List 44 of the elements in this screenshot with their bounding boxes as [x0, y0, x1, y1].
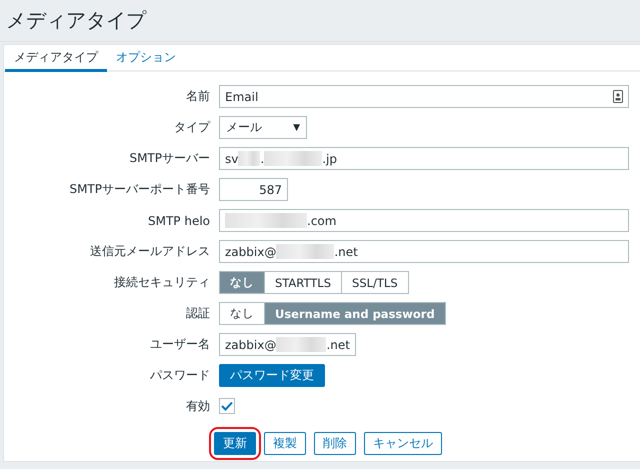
blurred-text [264, 151, 322, 166]
blurred-text [276, 337, 326, 352]
field-label: SMTPサーバー [128, 150, 210, 167]
field-label: パスワード [149, 367, 210, 384]
field-text: . [260, 152, 264, 166]
change-password-button[interactable]: パスワード変更 [219, 364, 325, 387]
field-text: zabbix@ [225, 338, 276, 352]
action-button[interactable]: 更新 [214, 432, 256, 455]
field-label: 名前 [185, 88, 210, 105]
field-label: SMTPサーバーポート番号 [68, 181, 210, 198]
field-label: ユーザー名 [149, 336, 210, 353]
input-field[interactable]: sv . .jp [219, 147, 629, 170]
field-text: .com [307, 214, 336, 228]
port-field[interactable]: 587 [219, 178, 288, 201]
field-text: Email [225, 90, 258, 104]
field-text: .jp [322, 152, 337, 166]
input-field[interactable]: zabbix@ .net [219, 333, 356, 356]
blurred-text [238, 151, 260, 166]
field-text: sv [225, 152, 238, 166]
input-field[interactable]: zabbix@ .net [219, 240, 629, 263]
enabled-checkbox[interactable] [219, 398, 235, 414]
segment-option[interactable]: STARTTLS [264, 271, 342, 294]
tab[interactable]: オプション [107, 45, 185, 72]
field-label: 送信元メールアドレス [89, 243, 210, 260]
page-title: メディアタイプ [6, 7, 146, 34]
segment-option[interactable]: SSL/TLS [341, 271, 409, 294]
input-field[interactable]: Email [219, 85, 629, 108]
field-text: .net [326, 338, 350, 352]
segment-option[interactable]: なし [219, 302, 265, 325]
action-button[interactable]: 複製 [264, 432, 306, 455]
field-text: .net [334, 244, 358, 258]
type-dropdown[interactable]: メール ▼ [219, 116, 307, 139]
blurred-text [276, 244, 334, 259]
field-label: 有効 [185, 398, 210, 414]
action-button[interactable]: 削除 [314, 432, 356, 455]
tab[interactable]: メディアタイプ [5, 45, 107, 72]
field-label: SMTP helo [146, 214, 210, 228]
field-label: 認証 [185, 305, 210, 322]
check-icon [221, 401, 233, 411]
field-label: 接続セキュリティ [113, 274, 210, 291]
field-label: タイプ [173, 119, 210, 136]
action-button[interactable]: キャンセル [364, 432, 442, 455]
input-field[interactable]: .com [219, 209, 629, 232]
field-text: zabbix@ [225, 244, 276, 258]
